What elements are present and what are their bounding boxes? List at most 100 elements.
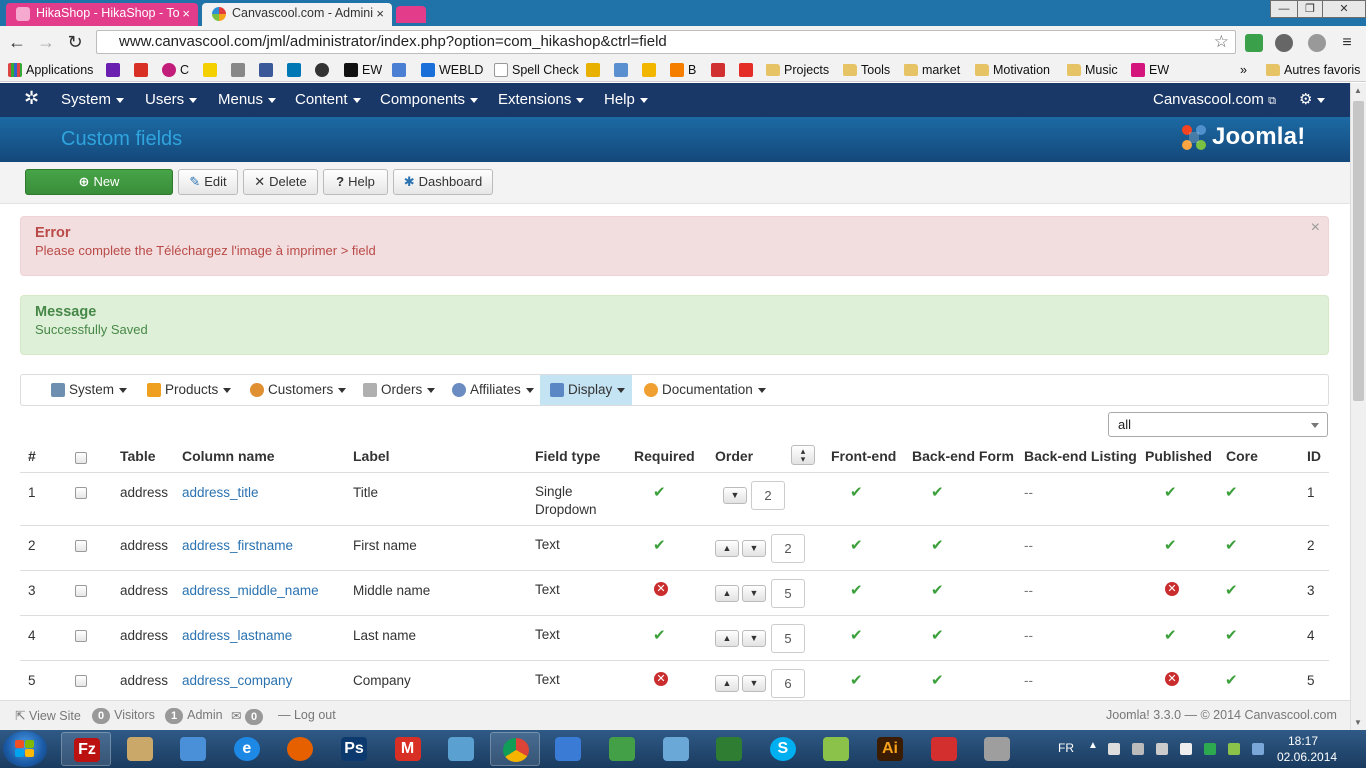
forward-arrow-icon[interactable]: → <box>35 31 57 53</box>
menu-extensions[interactable]: Extensions <box>498 91 585 109</box>
settings-gear-menu[interactable]: ⚙ <box>1299 91 1326 109</box>
row-checkbox[interactable] <box>75 540 87 552</box>
order-up-button[interactable]: ▲ <box>715 540 739 557</box>
drive-tray-icon[interactable] <box>1204 743 1216 755</box>
header-field-type[interactable]: Field type <box>535 448 600 464</box>
order-up-button[interactable]: ▲ <box>715 675 739 692</box>
core-check-icon[interactable]: ✔ <box>1225 671 1238 689</box>
taskbar-user[interactable] <box>168 732 218 766</box>
menu-users[interactable]: Users <box>145 91 198 109</box>
published-check-icon[interactable]: ✔ <box>1164 483 1177 501</box>
order-down-button[interactable]: ▼ <box>742 675 766 692</box>
bookmark-applications[interactable]: Applications <box>8 61 93 79</box>
clock-date[interactable]: 02.06.2014 <box>1277 750 1337 764</box>
taskbar-calculator[interactable] <box>972 732 1022 766</box>
backend-form-check-icon[interactable]: ✔ <box>931 626 944 644</box>
submenu-customers[interactable]: Customers <box>250 375 347 405</box>
menu-system[interactable]: System <box>61 91 125 109</box>
delete-button[interactable]: ✕ Delete <box>243 169 318 195</box>
order-up-button[interactable]: ▲ <box>715 630 739 647</box>
tab-hikashop[interactable]: HikaShop - HikaShop - To × <box>6 3 198 26</box>
backend-form-check-icon[interactable]: ✔ <box>931 536 944 554</box>
published-check-icon[interactable]: ✔ <box>1164 536 1177 554</box>
bookmark-folder-market[interactable]: market <box>904 61 960 79</box>
row-checkbox[interactable] <box>75 585 87 597</box>
extension-pocket-icon[interactable] <box>1275 34 1293 52</box>
taskbar-scanner[interactable] <box>543 732 593 766</box>
signal-icon[interactable] <box>1180 743 1192 755</box>
order-down-button[interactable]: ▼ <box>742 585 766 602</box>
menu-menus[interactable]: Menus <box>218 91 277 109</box>
bookmark-blogger[interactable]: B <box>670 61 696 79</box>
start-button[interactable] <box>3 731 47 767</box>
taskbar-ie[interactable]: e <box>222 732 272 766</box>
taskbar-notes[interactable] <box>651 732 701 766</box>
submenu-orders[interactable]: Orders <box>363 375 436 405</box>
taskbar-chrome[interactable] <box>489 732 540 766</box>
bookmark-star-icon[interactable]: ☆ <box>1214 31 1229 53</box>
header-back-end-form[interactable]: Back-end Form <box>912 448 1014 464</box>
extension-gear-icon[interactable] <box>1308 34 1326 52</box>
wifi-tray-icon[interactable] <box>1228 743 1240 755</box>
language-indicator[interactable]: FR <box>1058 741 1074 755</box>
back-arrow-icon[interactable]: ← <box>6 31 28 53</box>
close-tab-icon[interactable]: × <box>182 3 190 24</box>
header-required[interactable]: Required <box>634 448 695 464</box>
taskbar-skype[interactable]: S <box>758 732 808 766</box>
bookmark-c[interactable]: C <box>162 61 189 79</box>
order-input[interactable]: 5 <box>771 579 805 608</box>
flag-tray-icon[interactable] <box>1108 743 1120 755</box>
taskbar-filezilla[interactable]: Fz <box>61 732 111 766</box>
required-check-icon[interactable]: ✔ <box>653 626 666 644</box>
taskbar-explorer[interactable] <box>115 732 165 766</box>
header-label[interactable]: Label <box>353 448 390 464</box>
taskbar-acrobat[interactable] <box>919 732 969 766</box>
frontend-check-icon[interactable]: ✔ <box>850 671 863 689</box>
header-order[interactable]: Order <box>715 448 753 464</box>
menu-components[interactable]: Components <box>380 91 479 109</box>
backend-form-check-icon[interactable]: ✔ <box>931 483 944 501</box>
address-bar[interactable]: www.canvascool.com/jml/administrator/ind… <box>96 30 1236 54</box>
network-tray-icon[interactable] <box>1132 743 1144 755</box>
order-down-button[interactable]: ▼ <box>742 540 766 557</box>
close-tab-icon[interactable]: × <box>376 3 384 24</box>
site-link[interactable]: Canvascool.com ⧉ <box>1153 91 1276 110</box>
order-up-button[interactable]: ▲ <box>715 585 739 602</box>
taskbar-gmail[interactable]: M <box>383 732 433 766</box>
maximize-button[interactable]: ❐ <box>1297 0 1323 18</box>
view-site-link[interactable]: ⇱ View Site <box>15 708 81 723</box>
row-column-name-link[interactable]: address_firstname <box>182 538 293 553</box>
order-down-button[interactable]: ▼ <box>742 630 766 647</box>
header-front-end[interactable]: Front-end <box>831 448 896 464</box>
volume-icon[interactable] <box>1156 743 1168 755</box>
close-alert-icon[interactable]: × <box>1311 219 1320 237</box>
required-check-icon[interactable]: ✔ <box>653 536 666 554</box>
submenu-documentation[interactable]: Documentation <box>644 375 766 405</box>
clock-time[interactable]: 18:17 <box>1288 734 1318 748</box>
tab-canvascool[interactable]: Canvascool.com - Admini × <box>202 3 392 26</box>
required-cross-icon[interactable]: ✕ <box>654 672 668 686</box>
frontend-check-icon[interactable]: ✔ <box>850 581 863 599</box>
frontend-check-icon[interactable]: ✔ <box>850 626 863 644</box>
select-all-checkbox[interactable] <box>75 452 87 464</box>
menu-help[interactable]: Help <box>604 91 648 109</box>
bookmark-webld[interactable]: WEBLD <box>421 61 483 79</box>
bookmark-folder-tools[interactable]: Tools <box>843 61 890 79</box>
show-hidden-icons-icon[interactable]: ▲ <box>1088 740 1098 751</box>
messages-status[interactable]: ✉ 0 <box>231 708 267 725</box>
new-button[interactable]: ⊕ New <box>25 169 173 195</box>
joomla-logo-icon[interactable]: ✲ <box>24 89 39 107</box>
header-core[interactable]: Core <box>1226 448 1258 464</box>
menu-content[interactable]: Content <box>295 91 361 109</box>
save-order-button[interactable]: ▴ ▾ <box>791 445 815 465</box>
bookmark-ew-2[interactable]: EW <box>1131 61 1169 79</box>
header-column-name[interactable]: Column name <box>182 448 275 464</box>
order-input[interactable]: 6 <box>771 669 805 698</box>
bookmark-folder-motivation[interactable]: Motivation <box>975 61 1050 79</box>
header-published[interactable]: Published <box>1145 448 1212 464</box>
order-input[interactable]: 2 <box>771 534 805 563</box>
taskbar-photoshop[interactable]: Ps <box>329 732 379 766</box>
row-column-name-link[interactable]: address_company <box>182 673 292 688</box>
extension-green-icon[interactable] <box>1245 34 1263 52</box>
core-check-icon[interactable]: ✔ <box>1225 483 1238 501</box>
